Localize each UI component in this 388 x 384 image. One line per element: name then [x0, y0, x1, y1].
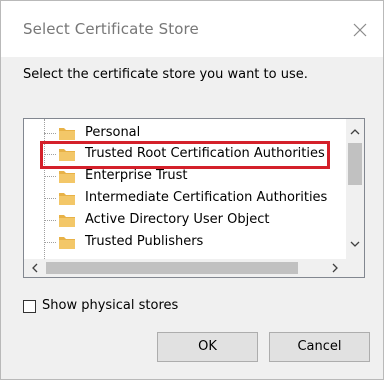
tree-item-label: Enterprise Trust	[85, 168, 188, 183]
tree-connector-branch	[44, 154, 56, 155]
vertical-scrollbar[interactable]	[346, 119, 364, 259]
scroll-down-button[interactable]	[346, 235, 364, 253]
folder-icon	[59, 128, 75, 140]
folder-icon	[59, 171, 75, 183]
scroll-left-button[interactable]	[26, 259, 44, 277]
select-certificate-store-dialog: Select Certificate Store Select the cert…	[0, 0, 384, 380]
show-physical-stores-checkbox[interactable]	[23, 300, 36, 313]
tree-connector-branch	[44, 133, 56, 134]
folder-icon	[59, 237, 75, 249]
tree-connector-branch	[44, 176, 56, 177]
tree-item[interactable]: Enterprise Trust	[24, 166, 344, 187]
scroll-up-button[interactable]	[346, 123, 364, 141]
background-edge-right	[384, 0, 388, 384]
folder-icon	[59, 193, 75, 205]
tree-item[interactable]: Trusted Publishers	[24, 232, 344, 253]
background-edge-bottom	[0, 380, 388, 384]
tree-item-label: Active Directory User Object	[85, 212, 270, 227]
tree-item-label: Trusted Publishers	[85, 234, 204, 249]
chevron-up-icon	[350, 129, 360, 135]
ok-button[interactable]: OK	[157, 332, 258, 362]
dialog-title: Select Certificate Store	[23, 20, 199, 38]
tree-connector-branch	[44, 220, 56, 221]
tree-item[interactable]: Personal	[24, 123, 344, 144]
tree-item[interactable]: Active Directory User Object	[24, 210, 344, 231]
show-physical-stores-label[interactable]: Show physical stores	[42, 298, 178, 313]
tree-connector-branch	[44, 198, 56, 199]
tree-item-label: Intermediate Certification Authorities	[85, 190, 328, 205]
title-bar: Select Certificate Store	[1, 1, 383, 57]
folder-icon	[59, 149, 75, 161]
tree-item[interactable]: Intermediate Certification Authorities	[24, 188, 344, 209]
instruction-text: Select the certificate store you want to…	[23, 67, 308, 82]
chevron-down-icon	[350, 241, 360, 247]
chevron-left-icon	[32, 263, 38, 273]
vertical-scroll-thumb[interactable]	[348, 143, 362, 185]
chevron-right-icon	[332, 263, 338, 273]
horizontal-scrollbar[interactable]	[24, 259, 346, 277]
tree-connector-branch	[44, 242, 56, 243]
horizontal-scroll-thumb[interactable]	[46, 262, 298, 274]
tree-item-label: Personal	[85, 125, 141, 140]
tree-item-label: Trusted Root Certification Authorities	[85, 146, 325, 161]
cancel-button[interactable]: Cancel	[269, 332, 370, 362]
scroll-right-button[interactable]	[326, 259, 344, 277]
close-button[interactable]	[345, 15, 375, 45]
certificate-store-tree[interactable]: Personal Trusted Root Certification Autho…	[23, 118, 365, 278]
close-icon	[353, 23, 367, 37]
tree-item[interactable]: Trusted Root Certification Authorities	[24, 144, 344, 165]
scrollbar-corner	[346, 259, 364, 277]
folder-icon	[59, 215, 75, 227]
